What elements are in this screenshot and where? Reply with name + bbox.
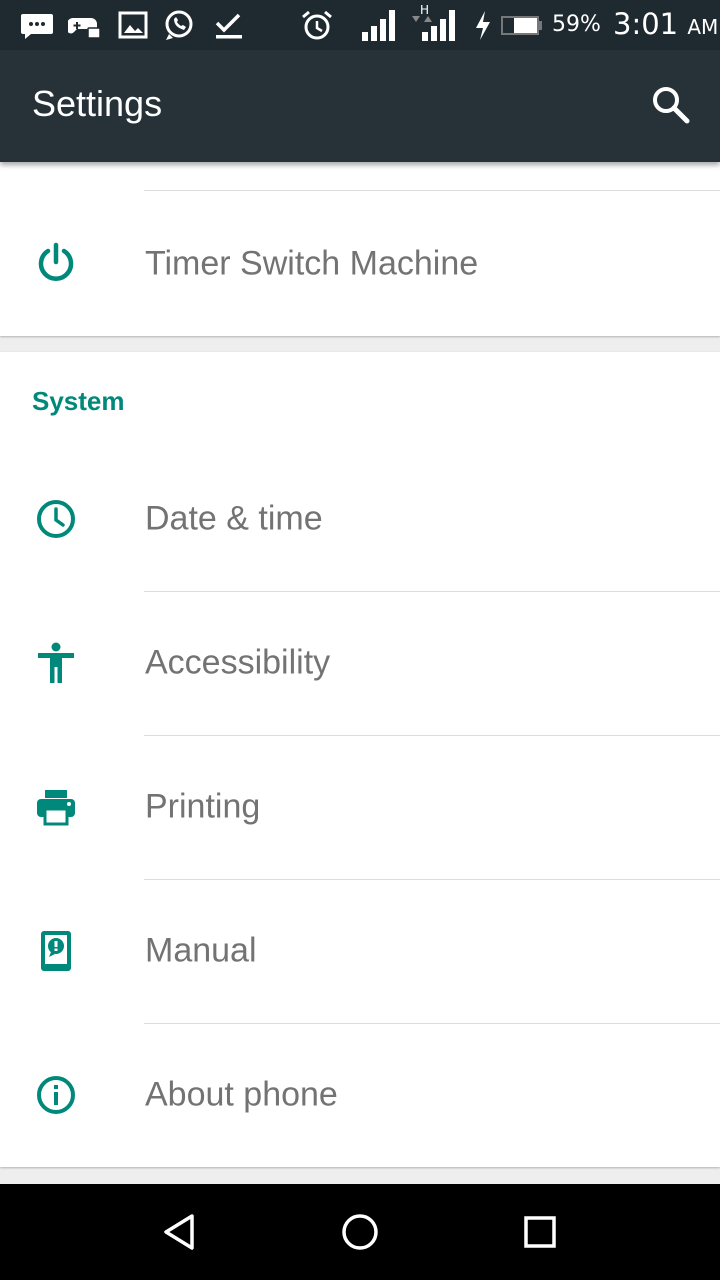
settings-item-timer-switch-machine[interactable]: Timer Switch Machine xyxy=(0,192,720,336)
settings-item-label: Printing xyxy=(145,787,261,826)
alarm-icon xyxy=(302,10,332,40)
manual-icon xyxy=(41,931,71,971)
message-icon xyxy=(21,14,53,39)
settings-list[interactable]: Timer Switch Machine System Date & time … xyxy=(0,162,720,1184)
section-header: System xyxy=(32,386,125,416)
settings-item-label: Date & time xyxy=(145,499,323,538)
system-section: System Date & time Accessibility Printin… xyxy=(0,352,720,1167)
settings-item-manual[interactable]: Manual xyxy=(0,879,720,1023)
settings-item-accessibility[interactable]: Accessibility xyxy=(0,591,720,735)
settings-item-printing[interactable]: Printing xyxy=(0,735,720,879)
clock-icon xyxy=(37,500,75,538)
settings-item-label: Accessibility xyxy=(145,643,331,682)
recents-icon[interactable] xyxy=(520,1212,560,1252)
battery-icon xyxy=(501,16,542,35)
settings-item-label: Manual xyxy=(145,931,257,970)
signal-h-icon: H xyxy=(412,3,455,41)
signal-icon xyxy=(362,10,395,41)
clock-time: 3:01 AM xyxy=(613,7,719,41)
settings-item-about-phone[interactable]: About phone xyxy=(0,1023,720,1167)
game-controller-icon xyxy=(68,18,101,39)
settings-item-label: About phone xyxy=(145,1075,338,1114)
settings-card: Timer Switch Machine xyxy=(0,162,720,336)
download-done-icon xyxy=(215,13,242,39)
printer-icon xyxy=(37,790,75,826)
settings-item-date-time[interactable]: Date & time xyxy=(0,447,720,591)
divider xyxy=(144,190,720,191)
svg-text:H: H xyxy=(420,3,429,17)
image-icon xyxy=(118,11,148,39)
status-bar: H 59% 3:01 AM xyxy=(0,0,720,50)
back-icon[interactable] xyxy=(160,1212,200,1252)
settings-item-label: Timer Switch Machine xyxy=(145,244,479,283)
info-icon xyxy=(37,1076,75,1114)
app-bar: Settings xyxy=(0,50,720,162)
page-title: Settings xyxy=(32,83,163,124)
navigation-bar xyxy=(0,1184,720,1280)
power-icon xyxy=(38,242,74,281)
charging-icon xyxy=(476,11,490,40)
search-icon[interactable] xyxy=(650,84,692,126)
whatsapp-icon xyxy=(165,10,193,40)
accessibility-icon xyxy=(38,642,74,683)
battery-percent: 59% xyxy=(552,12,601,37)
home-icon[interactable] xyxy=(340,1212,380,1252)
